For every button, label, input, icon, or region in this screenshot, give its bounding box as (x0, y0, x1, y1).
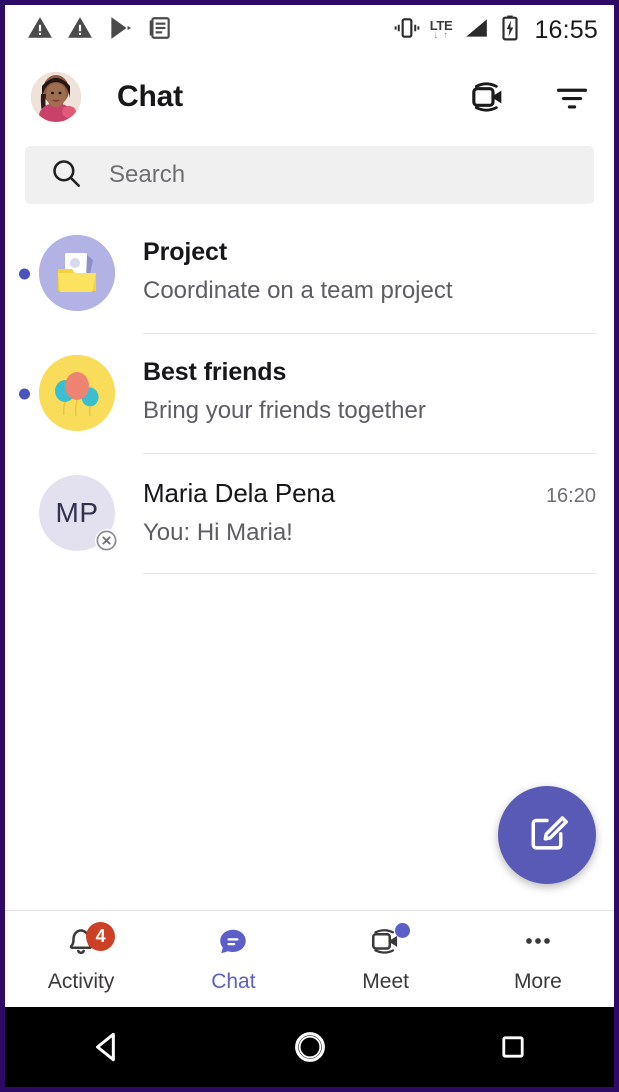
unread-indicator (19, 388, 30, 400)
compose-icon (525, 811, 569, 860)
list-item-header: Best friends (143, 358, 596, 387)
list-item-header: Maria Dela Pena 16:20 (143, 478, 596, 509)
lte-signal-icon: LTE ↓ ↑ (430, 19, 453, 41)
search-area: Search (5, 138, 614, 214)
meet-badge-dot (394, 922, 410, 938)
presence-offline-icon (95, 529, 118, 552)
warning-triangle-icon (67, 15, 93, 46)
status-bar-clock: 16:55 (534, 15, 598, 44)
meet-icon-wrap (368, 922, 410, 963)
avatar[interactable] (31, 71, 81, 122)
home-button[interactable] (265, 1007, 355, 1087)
news-article-icon (147, 15, 173, 46)
more-icon-wrap (520, 925, 556, 963)
chat-preview: Bring your friends together (143, 397, 426, 424)
bottom-navigation: 4 Activity Chat Meet More (5, 910, 614, 1007)
tab-more[interactable]: More (462, 911, 614, 1007)
chat-name: Project (143, 238, 228, 266)
list-item[interactable]: MP Maria Dela Pena 16:20 You: Hi Maria! (5, 454, 614, 574)
chat-name: Maria Dela Pena (143, 478, 336, 508)
list-item[interactable]: Best friends Bring your friends together (5, 334, 614, 454)
tab-label-chat: Chat (211, 969, 256, 993)
list-item-header: Project (143, 238, 596, 267)
list-item-body: Maria Dela Pena 16:20 You: Hi Maria! (143, 454, 596, 574)
tab-meet[interactable]: Meet (310, 911, 462, 1007)
battery-charging-icon (500, 15, 520, 46)
list-item-body: Best friends Bring your friends together (143, 334, 596, 454)
chat-timestamp: 16:20 (545, 485, 596, 507)
app-header: Chat (5, 55, 614, 138)
status-bar: LTE ↓ ↑ 16:55 (5, 5, 614, 55)
android-navigation-bar (5, 1007, 614, 1087)
search-input[interactable]: Search (25, 146, 594, 204)
avatar-initials: MP (55, 497, 99, 528)
new-chat-fab[interactable] (498, 786, 596, 884)
page-title: Chat (117, 79, 183, 113)
list-item[interactable]: Project Coordinate on a team project (5, 214, 614, 334)
avatar (39, 235, 115, 311)
list-item-body: Project Coordinate on a team project (143, 214, 596, 334)
back-button[interactable] (62, 1007, 152, 1087)
app-header-actions (468, 77, 592, 117)
tab-label-activity: Activity (47, 969, 115, 993)
filter-icon[interactable] (552, 77, 592, 117)
activity-badge: 4 (86, 921, 116, 951)
data-arrows: ↓ ↑ (433, 30, 449, 41)
chat-bubble-icon (215, 923, 251, 964)
chat-preview: You: Hi Maria! (143, 519, 293, 546)
play-store-icon (107, 15, 133, 46)
tab-label-more: More (513, 969, 562, 993)
video-camera-icon[interactable] (468, 77, 508, 117)
recents-button[interactable] (468, 1007, 558, 1087)
status-bar-right-icons: LTE ↓ ↑ 16:55 (394, 15, 598, 46)
search-placeholder: Search (109, 161, 186, 188)
tab-chat[interactable]: Chat (157, 911, 309, 1007)
tab-label-meet: Meet (362, 969, 409, 993)
vibrate-icon (394, 15, 420, 46)
tab-activity[interactable]: 4 Activity (5, 911, 157, 1007)
activity-icon-wrap: 4 (63, 921, 116, 963)
unread-indicator (19, 268, 30, 280)
chat-preview: Coordinate on a team project (143, 277, 453, 304)
phone-screen: LTE ↓ ↑ 16:55 Chat Search Project Coordi… (5, 5, 614, 1087)
chat-name: Best friends (143, 358, 287, 386)
warning-triangle-icon (27, 15, 53, 46)
avatar: MP (39, 475, 118, 552)
search-icon (49, 156, 83, 195)
status-bar-left-icons (27, 15, 173, 46)
ellipsis-icon (520, 923, 556, 964)
chat-list: Project Coordinate on a team project Bes… (5, 214, 614, 910)
chat-icon-wrap (215, 925, 251, 963)
cellular-signal-icon (462, 15, 490, 46)
avatar (39, 355, 115, 431)
